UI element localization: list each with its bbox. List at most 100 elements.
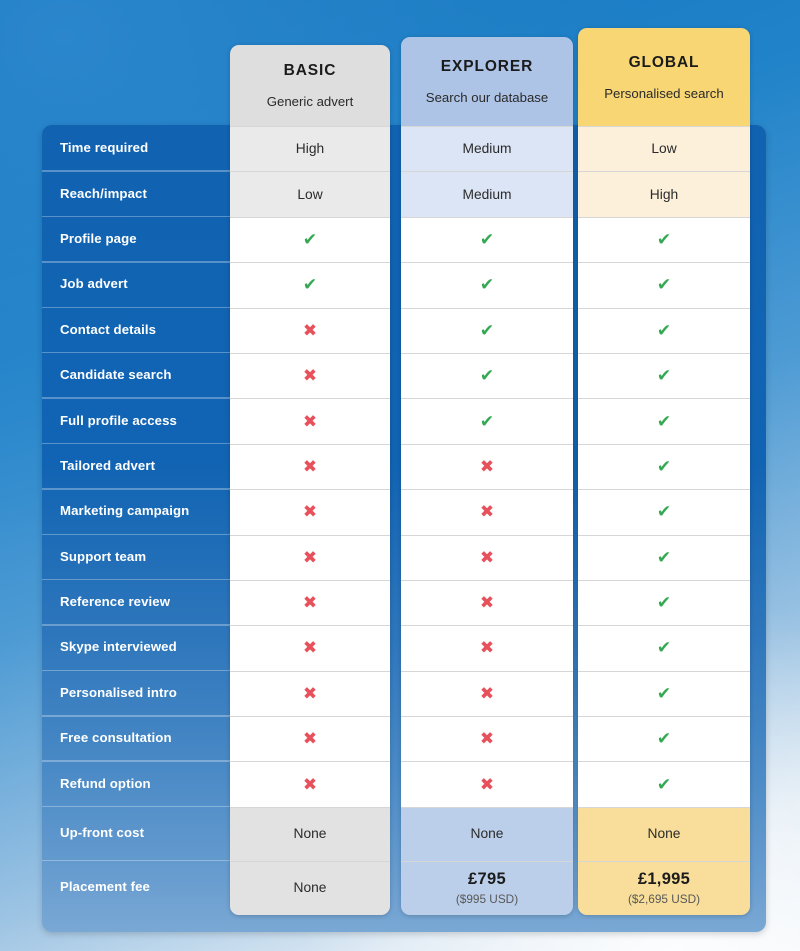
plan-cell: High bbox=[578, 171, 750, 217]
cross-icon: ✖ bbox=[479, 683, 495, 703]
feature-label-text: Candidate search bbox=[60, 367, 172, 383]
feature-label-text: Reference review bbox=[60, 594, 171, 610]
cross-icon: ✖ bbox=[479, 593, 495, 613]
plan-cell: ✖ bbox=[401, 489, 573, 535]
feature-label-text: Refund option bbox=[60, 775, 151, 791]
plan-placement-fee-usd: ($995 USD) bbox=[455, 891, 519, 906]
feature-label-text: Placement fee bbox=[60, 879, 150, 895]
plan-cell: ✖ bbox=[401, 761, 573, 807]
plan-cell: ✖ bbox=[230, 579, 390, 626]
check-icon: ✔ bbox=[656, 456, 672, 476]
feature-label-row: Job advert bbox=[42, 261, 240, 306]
feature-label-text: Free consultation bbox=[60, 730, 172, 746]
plan-cell: ✔ bbox=[578, 670, 750, 717]
check-icon: ✔ bbox=[479, 366, 495, 386]
plan-cell: ✔ bbox=[578, 443, 750, 490]
cross-icon: ✖ bbox=[302, 683, 318, 703]
check-icon: ✔ bbox=[656, 683, 672, 703]
check-icon: ✔ bbox=[656, 729, 672, 749]
plan-cell: ✔ bbox=[578, 534, 750, 580]
plan-tagline: Generic advert bbox=[266, 94, 354, 109]
plan-header-global: GLOBAL Personalised search bbox=[578, 28, 750, 126]
plan-cell: ✖ bbox=[230, 352, 390, 399]
plan-upfront-cost-text: None bbox=[647, 826, 681, 842]
plan-upfront-cost-cell: None bbox=[578, 806, 750, 861]
feature-label-text: Tailored advert bbox=[60, 457, 156, 473]
feature-label-row: Tailored advert bbox=[42, 442, 240, 488]
plan-cell: ✔ bbox=[401, 307, 573, 353]
plan-cell: ✖ bbox=[401, 579, 573, 626]
feature-label-row: Profile page bbox=[42, 215, 240, 261]
feature-label-text: Contact details bbox=[60, 321, 157, 337]
feature-label-row: Reference review bbox=[42, 578, 240, 624]
plan-cell: ✔ bbox=[401, 398, 573, 444]
plan-cell: Low bbox=[230, 171, 390, 217]
plan-placement-fee-amount: None bbox=[293, 880, 327, 896]
check-icon: ✔ bbox=[656, 774, 672, 794]
check-icon: ✔ bbox=[656, 366, 672, 386]
cross-icon: ✖ bbox=[479, 774, 495, 794]
check-icon: ✔ bbox=[656, 638, 672, 658]
plan-columns: BASIC Generic advert High Low ✔ ✔ ✖ ✖ ✖ ✖ ✖ ✖ ✖ ✖ ✖ ✖ ✖ N… bbox=[230, 0, 755, 951]
plan-cell: ✔ bbox=[578, 352, 750, 399]
feature-label-row: Support team bbox=[42, 533, 240, 579]
plan-tagline: Personalised search bbox=[604, 85, 724, 101]
cross-icon: ✖ bbox=[479, 502, 495, 522]
plan-cell: Low bbox=[578, 126, 750, 172]
feature-label-row: Free consultation bbox=[42, 715, 240, 760]
plan-cell: ✔ bbox=[578, 489, 750, 535]
check-icon: ✔ bbox=[656, 275, 672, 295]
cross-icon: ✖ bbox=[302, 774, 318, 794]
plan-upfront-cost-text: None bbox=[293, 826, 327, 842]
feature-label-text: Support team bbox=[60, 548, 147, 564]
plan-header-explorer: EXPLORER Search our database bbox=[401, 37, 573, 126]
plan-cell: ✔ bbox=[578, 761, 750, 807]
feature-label-text: Time required bbox=[60, 140, 149, 156]
plan-name: EXPLORER bbox=[440, 58, 534, 75]
check-icon: ✔ bbox=[479, 275, 495, 295]
plan-cell-text: Low bbox=[297, 186, 323, 202]
plan-placement-fee-amount: £795 bbox=[468, 869, 506, 888]
feature-label-row: Placement fee bbox=[42, 859, 240, 914]
plan-column-global[interactable]: GLOBAL Personalised search Low High ✔ ✔ ✔ ✔ ✔ ✔ ✔ ✔… bbox=[578, 28, 750, 915]
feature-label-row: Candidate search bbox=[42, 351, 240, 397]
feature-label-row: Full profile access bbox=[42, 397, 240, 442]
plan-placement-fee-cell: £795 ($995 USD) bbox=[401, 860, 573, 915]
plan-cell: ✖ bbox=[401, 443, 573, 490]
feature-label-row: Up-front cost bbox=[42, 805, 240, 860]
check-icon: ✔ bbox=[656, 502, 672, 522]
feature-label-row: Skype interviewed bbox=[42, 624, 240, 669]
cross-icon: ✖ bbox=[479, 638, 495, 658]
plan-cell: ✔ bbox=[578, 262, 750, 308]
plan-cell: ✖ bbox=[230, 534, 390, 580]
cross-icon: ✖ bbox=[302, 366, 318, 386]
check-icon: ✔ bbox=[479, 411, 495, 431]
plan-placement-fee-cell: £1,995 ($2,695 USD) bbox=[578, 860, 750, 915]
plan-cell: ✖ bbox=[230, 716, 390, 762]
feature-label-row: Time required bbox=[42, 125, 232, 170]
feature-label-text: Profile page bbox=[60, 230, 137, 246]
plan-name: BASIC bbox=[283, 62, 337, 79]
plan-cell: ✔ bbox=[578, 716, 750, 762]
plan-cell: ✔ bbox=[578, 398, 750, 444]
plan-column-explorer[interactable]: EXPLORER Search our database Medium Medium ✔… bbox=[401, 37, 573, 915]
plan-upfront-cost-cell: None bbox=[230, 806, 390, 861]
plan-column-basic[interactable]: BASIC Generic advert High Low ✔ ✔ ✖ ✖ ✖ ✖ ✖ ✖ ✖ ✖ ✖ ✖ ✖ N… bbox=[230, 45, 390, 915]
cross-icon: ✖ bbox=[302, 729, 318, 749]
plan-cell: ✖ bbox=[401, 534, 573, 580]
plan-placement-fee-cell: None bbox=[230, 860, 390, 915]
plan-cell: ✔ bbox=[578, 625, 750, 671]
feature-label-text: Skype interviewed bbox=[60, 639, 177, 655]
plan-cell: ✖ bbox=[401, 716, 573, 762]
cross-icon: ✖ bbox=[302, 593, 318, 613]
plan-cell: ✖ bbox=[230, 398, 390, 444]
check-icon: ✔ bbox=[479, 320, 495, 340]
feature-label-list: Time required Reach/impact Profile page Job… bbox=[42, 125, 240, 914]
check-icon: ✔ bbox=[302, 229, 318, 249]
feature-label-row: Contact details bbox=[42, 306, 240, 352]
plan-cell-text: High bbox=[295, 141, 325, 157]
plan-cell: Medium bbox=[401, 126, 573, 172]
cross-icon: ✖ bbox=[479, 729, 495, 749]
plan-cell: ✔ bbox=[578, 579, 750, 626]
plan-cell: ✔ bbox=[230, 216, 390, 263]
